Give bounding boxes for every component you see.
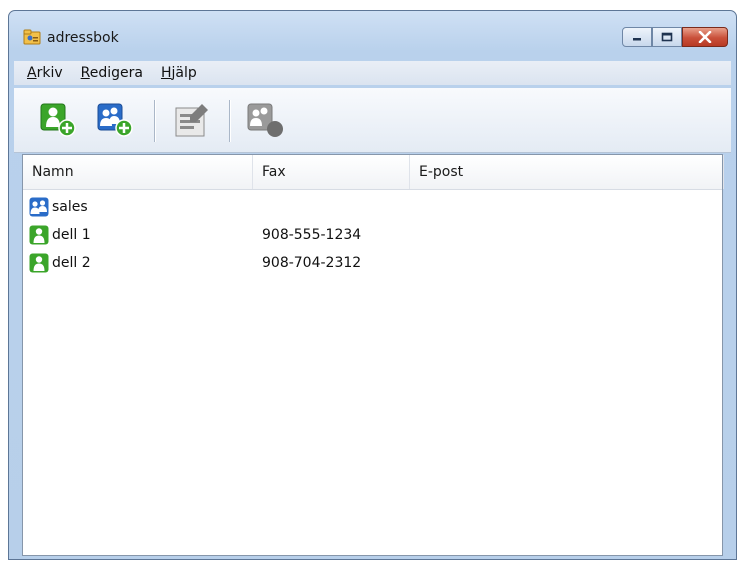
minimize-button[interactable] [622,27,652,47]
edit-button[interactable] [172,102,212,140]
delete-contact-icon [247,103,283,137]
list-item[interactable]: dell 2 908-704-2312 [23,249,722,277]
menu-redigera[interactable]: Redigera [72,65,152,81]
column-header-email[interactable]: E-post [410,155,724,189]
contact-icon [29,225,49,245]
address-book-app-icon [23,29,41,45]
list-item[interactable]: sales [23,193,722,221]
contact-list[interactable]: Namn Fax E-post sales dell 1 908-555-123… [22,154,724,556]
close-icon [698,31,712,43]
add-group-icon [97,103,133,137]
list-item[interactable]: dell 1 908-555-1234 [23,221,722,249]
group-icon [29,197,49,217]
menu-hjalp[interactable]: Hjälp [152,65,206,81]
add-contact-icon [40,103,76,137]
row-name: dell 2 [52,255,91,271]
row-fax: 908-555-1234 [262,227,362,243]
app-window: adressbok Arkiv Redigera Hjälp Namn Fax … [8,10,737,560]
contact-icon [29,253,49,273]
menu-arkiv[interactable]: Arkiv [14,65,72,81]
window-title: adressbok [47,30,119,46]
menu-bar: Arkiv Redigera Hjälp [14,61,731,85]
row-fax: 908-704-2312 [262,255,362,271]
minimize-icon [633,38,641,41]
column-header-fax[interactable]: Fax [253,155,410,189]
toolbar-separator [229,100,231,142]
list-header: Namn Fax E-post [23,155,724,190]
delete-button[interactable] [246,102,286,140]
column-header-name[interactable]: Namn [23,155,253,189]
row-name: dell 1 [52,227,91,243]
close-button[interactable] [682,27,728,47]
new-contact-button[interactable] [39,102,79,140]
row-name: sales [52,199,88,215]
maximize-icon [661,32,673,42]
maximize-button[interactable] [652,27,682,47]
caption-buttons [622,27,728,49]
edit-icon [175,104,208,137]
toolbar-separator [154,100,156,142]
title-bar[interactable]: adressbok [9,11,736,61]
new-group-button[interactable] [96,102,136,140]
toolbar [14,88,731,153]
